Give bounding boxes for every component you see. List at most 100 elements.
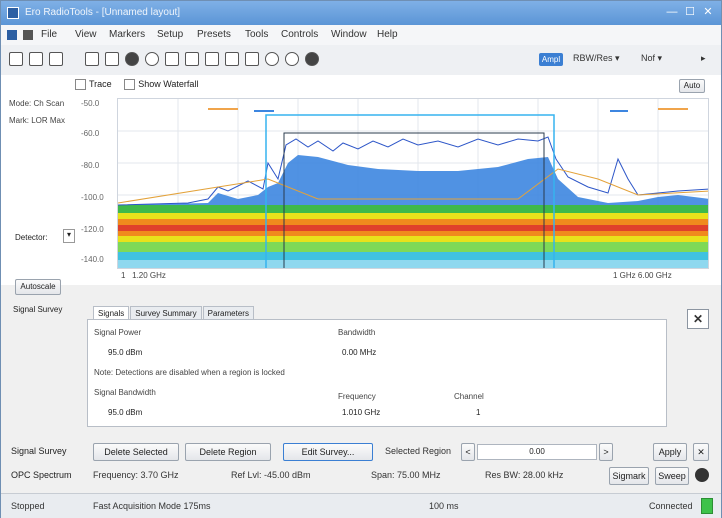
res-bw-readout: Res BW: 28.00 kHz (485, 470, 564, 480)
app-icon (7, 7, 19, 19)
window-title: Ero RadioTools - [Unnamed layout] (25, 7, 181, 18)
frequency-readout: Frequency: 3.70 GHz (93, 470, 179, 480)
autoscale-button[interactable]: Autoscale (15, 279, 61, 295)
survey-tabs: Signals Survey Summary Parameters (93, 306, 255, 320)
signal-survey-section-label: Signal Survey (13, 305, 63, 314)
connection-indicator (701, 498, 713, 514)
frequency-value: 1.010 GHz (342, 408, 381, 417)
chart-icon[interactable] (185, 52, 199, 66)
region-increment-button[interactable]: > (599, 443, 613, 461)
waterfall-bands (118, 205, 708, 268)
tab-parameters[interactable]: Parameters (202, 306, 254, 320)
x-axis-end: 1 GHz 6.00 GHz (613, 271, 672, 280)
mode-badge[interactable]: Ampl (539, 53, 563, 66)
clear-icon[interactable]: ✕ (693, 443, 709, 461)
x-axis-index: 1 (121, 271, 126, 280)
menu-presets[interactable]: Presets (197, 29, 231, 40)
rbw-select[interactable]: RBW/Res ▾ (573, 53, 620, 64)
menu-file[interactable]: File (41, 29, 57, 40)
detection-note: Note: Detections are disabled when a reg… (94, 368, 285, 377)
status-state: Stopped (11, 501, 45, 511)
app-menu-icon[interactable] (7, 30, 17, 40)
status-time: 100 ms (429, 501, 459, 511)
waterfall-icon[interactable] (225, 52, 239, 66)
region-decrement-button[interactable]: < (461, 443, 475, 461)
show-option[interactable]: Show Waterfall (124, 79, 199, 91)
mark-label: Mark: LOR Max (9, 116, 66, 125)
selected-region-field[interactable]: 0.00 (477, 444, 597, 460)
edit-survey-button[interactable]: Edit Survey... (283, 443, 373, 461)
waterfall-band (118, 236, 708, 242)
tab-survey-summary[interactable]: Survey Summary (130, 306, 202, 320)
waterfall-band (118, 205, 708, 213)
bandwidth-value: 0.00 MHz (342, 348, 377, 357)
waterfall-band (118, 225, 708, 231)
signals-panel: Signal Power Bandwidth 95.0 dBm 0.00 MHz… (87, 319, 667, 427)
y-tick: -140.0 (81, 255, 104, 264)
y-tick: -50.0 (81, 99, 100, 108)
title-bar: Ero RadioTools - [Unnamed layout] — ☐ ✕ (1, 1, 721, 25)
menu-controls[interactable]: Controls (281, 29, 318, 40)
peak-icon[interactable] (205, 52, 219, 66)
stop-icon[interactable] (305, 52, 319, 66)
delete-region-button[interactable]: Delete Region (185, 443, 271, 461)
sigmark-button[interactable]: Sigmark (609, 467, 649, 485)
triangle-icon[interactable] (245, 52, 259, 66)
spectrum-plot[interactable] (117, 98, 709, 269)
apply-button[interactable]: Apply (653, 443, 687, 461)
menu-window[interactable]: Window (331, 29, 367, 40)
x-axis-start: 1 1.20 GHz (121, 271, 166, 280)
close-icon[interactable]: ✕ (699, 4, 717, 20)
nof-select[interactable]: Nof ▾ (641, 53, 662, 64)
waterfall-band (118, 260, 708, 268)
maximize-icon[interactable]: ☐ (681, 4, 699, 20)
spectrum-controls: Trace Show Waterfall Auto (75, 79, 705, 95)
menu-setup[interactable]: Setup (157, 29, 183, 40)
menu-view[interactable]: View (75, 29, 97, 40)
detector-select[interactable]: ▾ (63, 229, 75, 243)
menu-help[interactable]: Help (377, 29, 398, 40)
waterfall-label: Waterfall (163, 79, 199, 89)
channel-value: 1 (476, 408, 481, 417)
show-label: Show (138, 79, 161, 89)
frequency-header: Frequency (338, 392, 376, 401)
sweep-button[interactable]: Sweep (655, 467, 689, 485)
signal-power-value: 95.0 dBm (108, 348, 143, 357)
overflow-icon[interactable]: ▸ (701, 53, 706, 64)
help-icon[interactable] (145, 52, 159, 66)
menu-tools[interactable]: Tools (245, 29, 268, 40)
minimize-icon[interactable]: — (663, 4, 681, 20)
settings-menu-icon[interactable] (23, 30, 33, 40)
waterfall-band (118, 252, 708, 260)
menu-bar: File View Markers Setup Presets Tools Co… (1, 25, 721, 46)
trace-label: Trace (89, 79, 112, 89)
y-tick: -120.0 (81, 225, 104, 234)
close-panel-icon[interactable]: ✕ (687, 309, 709, 329)
delete-selected-button[interactable]: Delete Selected (93, 443, 179, 461)
auto-button[interactable]: Auto (679, 79, 705, 93)
record-icon[interactable] (285, 52, 299, 66)
y-tick: -80.0 (81, 161, 100, 170)
spectrum-info-row: OPC Spectrum Frequency: 3.70 GHz Ref Lvl… (1, 465, 721, 487)
save-icon[interactable] (29, 52, 43, 66)
open-icon[interactable] (9, 52, 23, 66)
settings-gear-icon[interactable] (695, 468, 709, 482)
trace-option[interactable]: Trace (75, 79, 112, 91)
ref-level-readout: Ref Lvl: -45.00 dBm (231, 470, 311, 480)
gear-icon[interactable] (125, 52, 139, 66)
tab-signals[interactable]: Signals (93, 306, 130, 320)
channel-header: Channel (454, 392, 484, 401)
nof-select-value: Nof (641, 53, 656, 63)
copy-icon[interactable] (105, 52, 119, 66)
selected-region-label: Selected Region (385, 446, 452, 456)
menu-markers[interactable]: Markers (109, 29, 145, 40)
bandwidth-header: Bandwidth (338, 328, 376, 337)
marker-icon[interactable] (165, 52, 179, 66)
pointer-icon[interactable] (85, 52, 99, 66)
signal-bandwidth-header: Signal Bandwidth (94, 388, 156, 397)
waterfall-band (118, 219, 708, 225)
detector-label: Detector: (15, 233, 48, 242)
clock-icon[interactable] (265, 52, 279, 66)
rbw-select-value: RBW/Res (573, 53, 613, 63)
undo-icon[interactable] (49, 52, 63, 66)
